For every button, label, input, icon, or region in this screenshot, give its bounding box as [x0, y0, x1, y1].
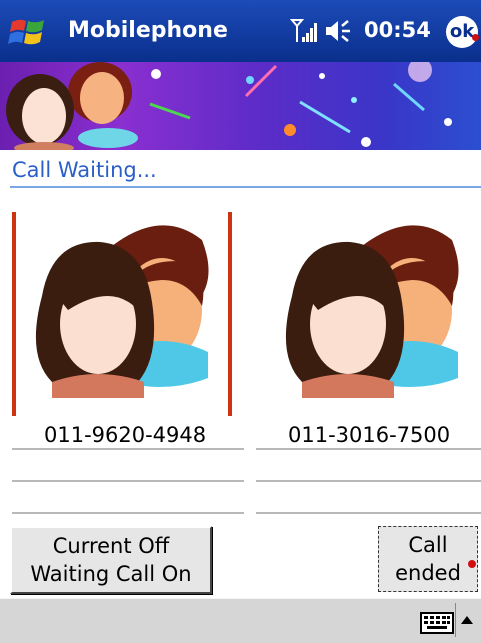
couple-avatar-icon	[285, 225, 459, 398]
swap-button-line2: Waiting Call On	[30, 562, 192, 586]
caller-number-2: 011-3016-7500	[288, 423, 451, 447]
swap-button-line1: Current Off	[52, 534, 170, 558]
input-menu-arrow-icon[interactable]	[461, 616, 473, 624]
keyboard-icon[interactable]	[420, 612, 454, 634]
tap-indicator-dot	[472, 34, 479, 41]
banner-avatar-icon	[6, 62, 138, 150]
call-ended-button[interactable]: Call ended	[378, 526, 478, 592]
caller-avatar-1[interactable]	[12, 206, 228, 412]
call-ended-line1: Call	[408, 533, 448, 557]
detail-rule	[12, 480, 244, 482]
caller-number-1: 011-9620-4948	[44, 423, 207, 447]
bottom-taskbar	[0, 598, 481, 643]
call-status: Call Waiting...	[12, 158, 157, 182]
detail-rule	[12, 512, 244, 514]
app-title: Mobilephone	[68, 18, 228, 43]
detail-rule	[256, 512, 481, 514]
status-divider	[10, 186, 481, 188]
volume-icon[interactable]	[324, 18, 354, 44]
tap-indicator-dot	[468, 560, 476, 568]
signal-strength-icon[interactable]	[290, 16, 318, 44]
ok-button[interactable]: ok	[446, 16, 478, 48]
title-bar: Mobilephone 00:54 ok	[0, 0, 481, 62]
clock: 00:54	[364, 18, 431, 42]
couple-avatar-icon	[35, 225, 209, 398]
caller-banner	[0, 62, 481, 150]
detail-rule	[256, 480, 481, 482]
detail-rule	[12, 448, 244, 450]
call-ended-line2: ended	[395, 561, 461, 585]
windows-start-icon[interactable]	[8, 12, 48, 52]
swap-waiting-call-button[interactable]: Current Off Waiting Call On	[10, 526, 212, 594]
banner-graphic	[6, 62, 452, 150]
selection-bracket-right	[228, 212, 232, 416]
detail-rule	[256, 448, 481, 450]
caller-avatar-2[interactable]	[262, 206, 478, 412]
taskbar-divider	[455, 603, 456, 637]
